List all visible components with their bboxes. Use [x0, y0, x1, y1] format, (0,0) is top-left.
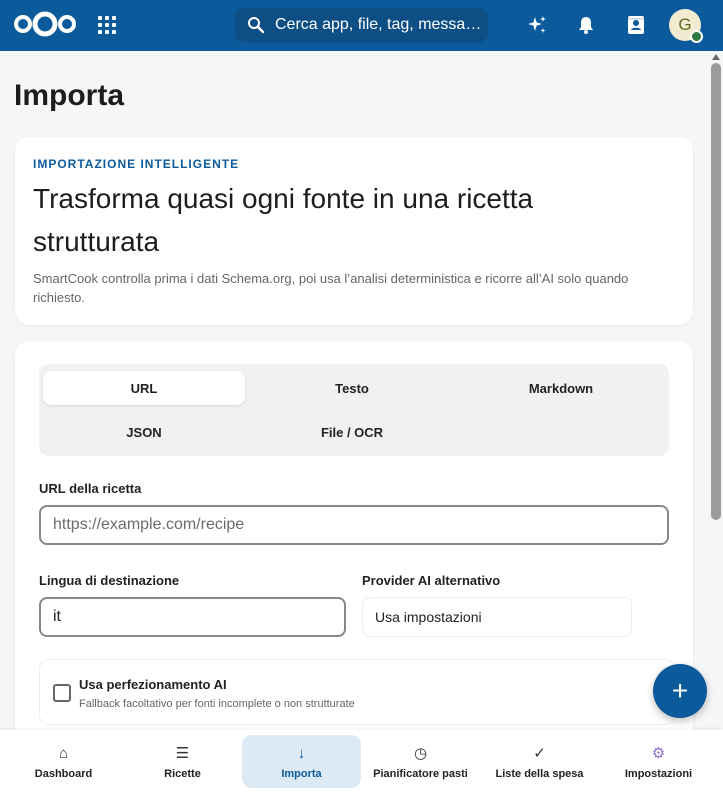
ai-refinement-checkbox[interactable] [53, 684, 71, 702]
gear-icon: ⚙ [651, 744, 666, 762]
nav-ricette[interactable]: ☰ Ricette [123, 735, 242, 788]
ai-refinement-option[interactable]: Usa perfezionamento AI Fallback facoltat… [39, 659, 675, 725]
nav-label: Impostazioni [624, 767, 693, 780]
nav-liste-della-spesa[interactable]: ✓ Liste della spesa [480, 735, 599, 788]
nav-label: Importa [281, 767, 322, 780]
global-search[interactable]: Cerca app, file, tag, messagg... [235, 8, 488, 42]
page-scrollbar[interactable] [709, 51, 723, 793]
source-tabs: URL Testo Markdown JSON File / OCR [39, 364, 669, 456]
nav-importa[interactable]: ↓ Importa [242, 735, 361, 788]
nav-label: Ricette [164, 767, 201, 780]
ai-assistant-icon[interactable] [526, 14, 548, 36]
avatar-initial: G [678, 15, 692, 34]
intro-description: SmartCook controlla prima i dati Schema.… [33, 271, 629, 305]
target-language-input[interactable]: it [39, 597, 346, 637]
ai-provider-value: Usa impostazioni [375, 609, 482, 625]
top-bar: Cerca app, file, tag, messagg... G [0, 0, 723, 51]
tab-markdown[interactable]: Markdown [460, 371, 662, 405]
ai-provider-select[interactable]: Usa impostazioni [362, 597, 632, 637]
intro-heading: Trasforma quasi ogni fonte in una ricett… [33, 183, 534, 257]
recipe-url-input[interactable]: https://example.com/recipe [39, 505, 669, 545]
search-placeholder: Cerca app, file, tag, messagg... [275, 16, 488, 33]
online-status-icon [690, 30, 703, 43]
nav-impostazioni[interactable]: ⚙ Impostazioni [599, 735, 718, 788]
clock-icon: ◷ [413, 744, 428, 762]
nav-label: Pianificatore pasti [373, 767, 468, 780]
scroll-up-arrow-icon[interactable] [712, 54, 720, 60]
nav-pianificatore-pasti[interactable]: ◷ Pianificatore pasti [361, 735, 480, 788]
ai-refinement-help: Fallback facoltativo per fonti incomplet… [79, 698, 355, 710]
ai-provider-label: Provider AI alternativo [362, 573, 501, 588]
url-placeholder: https://example.com/recipe [53, 516, 245, 533]
arrow-down-icon: ↓ [297, 744, 306, 762]
list-icon: ☰ [175, 744, 190, 762]
nextcloud-logo-icon[interactable] [12, 9, 78, 39]
intro-eyebrow: IMPORTAZIONE INTELLIGENTE [33, 157, 240, 171]
page-title: Importa [14, 79, 125, 112]
add-recipe-fab[interactable]: + [653, 664, 707, 718]
check-icon: ✓ [533, 744, 546, 762]
user-avatar[interactable]: G [669, 9, 703, 43]
target-language-value: it [53, 608, 61, 625]
nav-label: Dashboard [34, 767, 93, 780]
tab-url[interactable]: URL [43, 371, 245, 405]
import-form-card: URL Testo Markdown JSON File / OCR URL d… [15, 341, 693, 793]
plus-icon: + [671, 675, 689, 706]
tab-json[interactable]: JSON [43, 415, 245, 449]
url-label: URL della ricetta [39, 481, 142, 496]
tab-testo[interactable]: Testo [251, 371, 453, 405]
search-icon [248, 17, 265, 34]
nav-label: Liste della spesa [495, 767, 584, 780]
target-language-label: Lingua di destinazione [39, 573, 180, 588]
scrollbar-thumb[interactable] [711, 63, 721, 520]
main-content: Importa IMPORTAZIONE INTELLIGENTE Trasfo… [0, 51, 709, 793]
nav-dashboard[interactable]: ⌂ Dashboard [4, 735, 123, 788]
tab-file-ocr[interactable]: File / OCR [251, 415, 453, 449]
home-icon: ⌂ [58, 744, 69, 762]
notifications-bell-icon[interactable] [575, 14, 597, 36]
apps-grid-icon[interactable] [98, 16, 116, 34]
ai-refinement-label: Usa perfezionamento AI [79, 677, 227, 692]
bottom-navigation: ⌂ Dashboard ☰ Ricette ↓ Importa ◷ Pianif… [0, 730, 723, 793]
contacts-icon[interactable] [625, 14, 647, 36]
intro-card: IMPORTAZIONE INTELLIGENTE Trasforma quas… [15, 137, 693, 325]
